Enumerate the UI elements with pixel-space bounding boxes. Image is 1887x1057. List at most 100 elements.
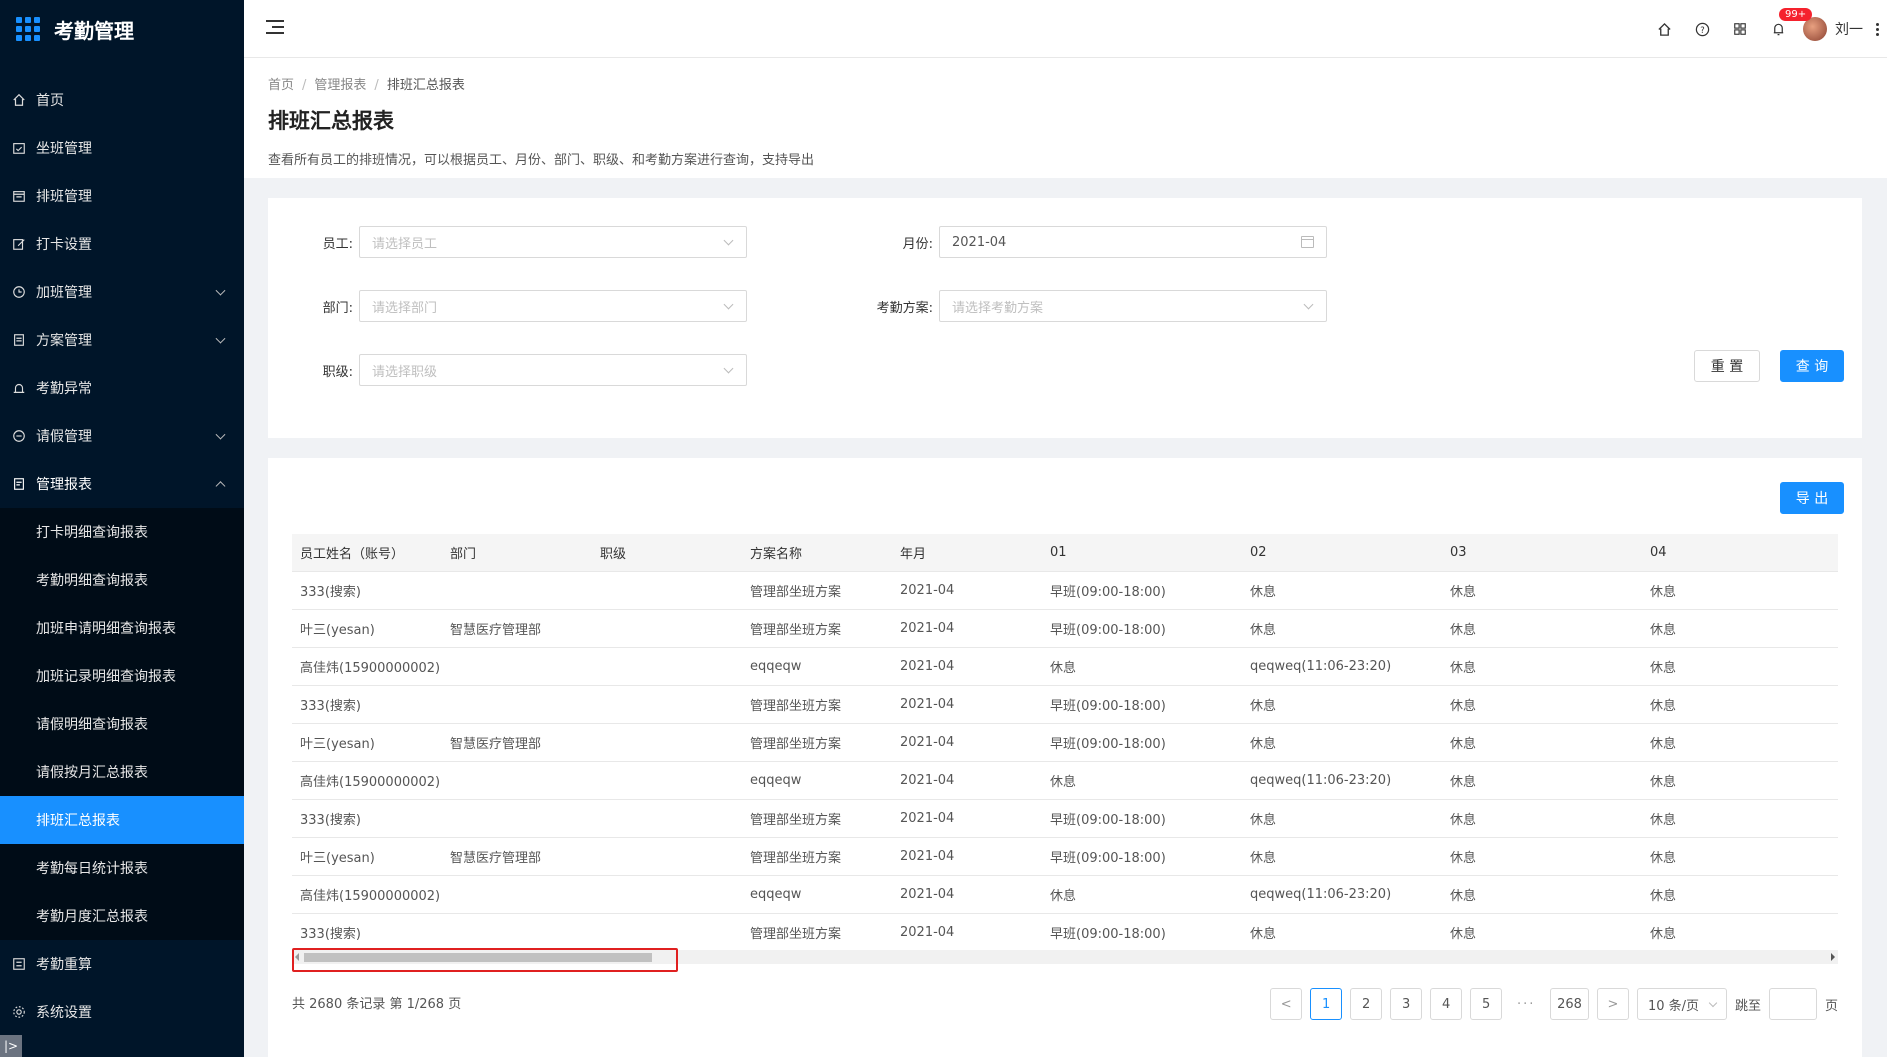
table-cell: 休息: [1650, 623, 1677, 638]
sidebar-item-leave[interactable]: 请假管理: [0, 412, 244, 460]
table-cell: 管理部坐班方案: [750, 585, 842, 600]
submenu-item[interactable]: 加班记录明细查询报表: [0, 652, 244, 700]
page-5-button[interactable]: 5: [1470, 988, 1503, 1020]
department-select[interactable]: 请选择部门: [359, 290, 747, 322]
submenu-item[interactable]: 考勤月度汇总报表: [0, 892, 244, 940]
schedule-table: 员工姓名（账号） 部门 职级 方案名称 年月 01 02 03 04 333(搜索) 管理部坐班方案…: [292, 534, 1838, 952]
submenu-item[interactable]: 加班申请明细查询报表: [0, 604, 244, 652]
chevron-up-icon: [215, 481, 226, 492]
table-cell: 2021-04: [900, 773, 955, 788]
page-4-button[interactable]: 4: [1430, 988, 1463, 1020]
employee-select[interactable]: 请选择员工: [359, 226, 747, 258]
page-size-value: 10 条/页: [1647, 998, 1700, 1014]
sidebar-item-report[interactable]: 管理报表: [0, 460, 244, 508]
home-icon[interactable]: [1645, 0, 1683, 58]
scheme-select[interactable]: 请选择考勤方案: [939, 290, 1327, 322]
table-cell: 早班(09:00-18:00): [1050, 623, 1166, 638]
gear-icon: [12, 1005, 26, 1019]
sidebar-item-schedule[interactable]: 排班管理: [0, 172, 244, 220]
sidebar-item-edit[interactable]: 打卡设置: [0, 220, 244, 268]
help-icon[interactable]: ?: [1683, 0, 1721, 58]
table-cell: 休息: [1250, 927, 1277, 942]
table-cell: 2021-04: [900, 583, 955, 598]
sidebar-item-document[interactable]: 方案管理: [0, 316, 244, 364]
scheme-label: 考勤方案:: [876, 300, 933, 316]
column-header: 03: [1450, 545, 1467, 560]
collapse-sidebar-button[interactable]: |>: [0, 1035, 22, 1057]
page-1-button[interactable]: 1: [1310, 988, 1343, 1020]
level-label: 职级:: [322, 364, 353, 380]
breadcrumb-reports[interactable]: 管理报表: [314, 78, 366, 93]
table-row[interactable]: 叶三(yesan) 智慧医疗管理部 管理部坐班方案 2021-04 早班(09:00-1…: [292, 838, 1838, 876]
schedule-icon: [12, 189, 26, 203]
submenu-item[interactable]: 排班汇总报表: [0, 796, 244, 844]
table-row[interactable]: 叶三(yesan) 智慧医疗管理部 管理部坐班方案 2021-04 早班(09:00-1…: [292, 610, 1838, 648]
table-row[interactable]: 333(搜索) 管理部坐班方案 2021-04 早班(09:00-18:00) 休息 休息…: [292, 800, 1838, 838]
last-page-button[interactable]: 268: [1550, 988, 1589, 1020]
table-cell: 高佳炜(15900000002): [300, 661, 441, 676]
svg-text:?: ?: [1700, 24, 1704, 34]
scroll-right-icon[interactable]: [1831, 953, 1835, 961]
sidebar-item-label: 加班管理: [36, 285, 92, 301]
submenu-item[interactable]: 请假按月汇总报表: [0, 748, 244, 796]
table-row[interactable]: 高佳炜(15900000002) eqqeqw 2021-04 休息 qeqweq(11…: [292, 762, 1838, 800]
level-select[interactable]: 请选择职级: [359, 354, 747, 386]
sidebar-item-label: 考勤异常: [36, 381, 92, 397]
jump-input[interactable]: [1768, 988, 1817, 1020]
table-cell: 休息: [1650, 889, 1677, 904]
apps-icon[interactable]: [1721, 0, 1759, 58]
user-name[interactable]: 刘一: [1835, 19, 1863, 39]
table-row[interactable]: 333(搜索) 管理部坐班方案 2021-04 早班(09:00-18:00) 休息 休息…: [292, 914, 1838, 952]
table-row[interactable]: 333(搜索) 管理部坐班方案 2021-04 早班(09:00-18:00) 休息 休息…: [292, 572, 1838, 610]
table-cell: 2021-04: [900, 659, 955, 674]
prev-page-button[interactable]: <: [1270, 988, 1303, 1020]
level-field: 职级: 请选择职级: [308, 354, 747, 386]
table-cell: 休息: [1650, 585, 1677, 600]
submenu-item[interactable]: 考勤明细查询报表: [0, 556, 244, 604]
scheme-placeholder: 请选择考勤方案: [952, 300, 1044, 316]
sidebar-item-label: 打卡设置: [36, 237, 92, 253]
sidebar-menu: 首页坐班管理 排班管理打卡设置加班管理方案管理考勤异常请假管理 管理报表 打卡明细查询…: [0, 76, 244, 1036]
sidebar-item-alarm[interactable]: 考勤异常: [0, 364, 244, 412]
sidebar-item-label: 系统设置: [36, 1005, 92, 1021]
next-page-button[interactable]: >: [1596, 988, 1629, 1020]
page-header: 首页 / 管理报表 / 排班汇总报表 排班汇总报表 查看所有员工的排班情况，可以根据员工…: [244, 58, 1887, 178]
table-row[interactable]: 叶三(yesan) 智慧医疗管理部 管理部坐班方案 2021-04 早班(09:00-1…: [292, 724, 1838, 762]
menu-toggle-icon[interactable]: [266, 20, 284, 36]
chevron-down-icon: [215, 285, 226, 296]
page-title: 排班汇总报表: [268, 109, 394, 133]
submenu-item[interactable]: 考勤每日统计报表: [0, 844, 244, 892]
table-row[interactable]: 高佳炜(15900000002) eqqeqw 2021-04 休息 qeqweq(11…: [292, 648, 1838, 686]
table-cell: 休息: [1650, 927, 1677, 942]
sidebar-item-gear[interactable]: 系统设置: [0, 988, 244, 1036]
page-size-select[interactable]: 10 条/页: [1636, 988, 1727, 1020]
sidebar-item-calendar-check[interactable]: 坐班管理: [0, 124, 244, 172]
table-cell: 休息: [1450, 927, 1477, 942]
sidebar-item-label: 首页: [36, 93, 64, 109]
table-cell: 早班(09:00-18:00): [1050, 851, 1166, 866]
more-pages[interactable]: ···: [1510, 988, 1543, 1020]
sidebar-item-recalc[interactable]: 考勤重算: [0, 940, 244, 988]
reset-button[interactable]: 重 置: [1694, 350, 1760, 382]
more-icon[interactable]: [1871, 22, 1883, 36]
page-2-button[interactable]: 2: [1350, 988, 1383, 1020]
page-3-button[interactable]: 3: [1390, 988, 1423, 1020]
calendar-icon: [1301, 236, 1314, 248]
filter-panel: 员工: 请选择员工 月份: 2021-04 部门: 请选择部门 考勤方案: 请选…: [268, 198, 1862, 438]
submenu-item[interactable]: 请假明细查询报表: [0, 700, 244, 748]
breadcrumb-home[interactable]: 首页: [268, 78, 294, 93]
sidebar-item-clock[interactable]: 加班管理: [0, 268, 244, 316]
table-header: 员工姓名（账号） 部门 职级 方案名称 年月 01 02 03 04: [292, 534, 1838, 572]
query-button[interactable]: 查 询: [1780, 350, 1844, 382]
sidebar-item-home[interactable]: 首页: [0, 76, 244, 124]
submenu-item[interactable]: 打卡明细查询报表: [0, 508, 244, 556]
table-row[interactable]: 333(搜索) 管理部坐班方案 2021-04 早班(09:00-18:00) 休息 休息…: [292, 686, 1838, 724]
bell-icon[interactable]: 99+: [1759, 0, 1813, 58]
alarm-icon: [12, 381, 26, 395]
export-button[interactable]: 导 出: [1780, 482, 1844, 514]
app-title: 考勤管理: [54, 18, 134, 43]
table-cell: 高佳炜(15900000002): [300, 775, 441, 790]
month-picker[interactable]: 2021-04: [939, 226, 1327, 258]
employee-field: 员工: 请选择员工: [308, 226, 747, 258]
table-row[interactable]: 高佳炜(15900000002) eqqeqw 2021-04 休息 qeqweq(11…: [292, 876, 1838, 914]
